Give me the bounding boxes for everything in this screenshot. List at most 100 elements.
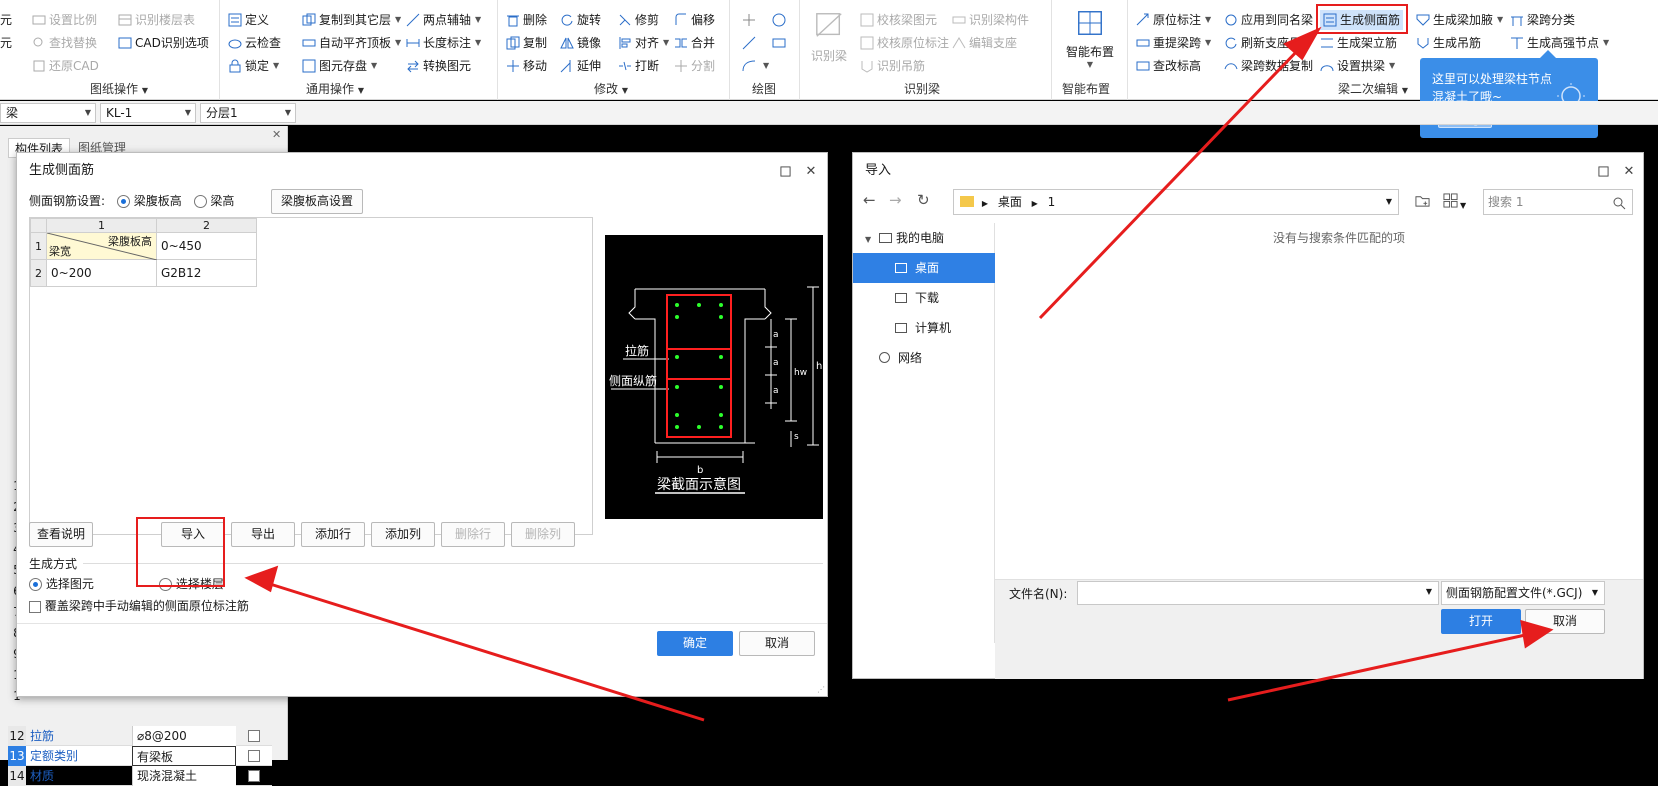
export-button[interactable]: 导出 [231, 522, 295, 547]
property-value[interactable]: 现浇混凝土 [132, 766, 236, 786]
layer-select[interactable]: 分层1 ▼ [200, 103, 296, 123]
refresh-support-size-button[interactable]: 刷新支座尺寸 [1224, 33, 1313, 53]
resize-grip-icon[interactable]: ⋰ [817, 685, 825, 694]
filename-input[interactable]: ▼ [1077, 581, 1439, 605]
open-button[interactable]: 打开 [1441, 609, 1521, 634]
save-element-button[interactable]: 图元存盘 ▼ [302, 56, 377, 76]
copy-span-data-button[interactable]: 梁跨数据复制 [1224, 56, 1313, 76]
cancel-button[interactable]: 取消 [739, 631, 815, 656]
merge-button[interactable]: 合并 [674, 33, 715, 53]
two-point-axis-button[interactable]: 两点辅轴 ▼ [406, 10, 481, 30]
apply-same-name-beam-button[interactable]: 应用到同名梁 [1224, 10, 1313, 30]
break-button[interactable]: 打断 [618, 56, 659, 76]
property-value[interactable]: ⌀8@200 [132, 726, 236, 746]
radio-dot[interactable] [193, 195, 207, 208]
property-checkbox[interactable] [248, 770, 260, 782]
identify-hanger-bar-button[interactable]: 识别吊筋 [860, 56, 925, 76]
mirror-button[interactable]: 镜像 [560, 33, 601, 53]
length-dimension-button[interactable]: 长度标注 ▼ [406, 33, 481, 53]
circle-tool-button[interactable] [772, 10, 789, 30]
radio-dot[interactable] [29, 578, 42, 591]
ribbon-item-yuan1[interactable]: 元 [0, 10, 12, 30]
arc-tool-button[interactable]: ▼ [742, 56, 769, 76]
generate-haunch-button[interactable]: 生成梁加腋 ▼ [1416, 10, 1503, 30]
auto-align-slab-button[interactable]: 自动平齐顶板 ▼ [302, 33, 401, 53]
web-height-range-cell[interactable]: 0~450 [156, 232, 257, 260]
view-help-button[interactable]: 查看说明 [29, 522, 93, 547]
edit-support-button[interactable]: 编辑支座 [952, 33, 1017, 53]
path-root[interactable]: 桌面 [998, 195, 1022, 209]
set-scale-button[interactable]: 设置比例 [32, 10, 97, 30]
radio-dot[interactable] [116, 195, 130, 208]
overwrite-checkbox-row[interactable]: 覆盖梁跨中手动编辑的侧面原位标注筋 [29, 597, 249, 614]
lock-button[interactable]: 锁定 ▼ [228, 56, 279, 76]
member-type-select[interactable]: 梁 ▼ [0, 103, 96, 123]
maximize-icon[interactable] [1595, 163, 1611, 179]
property-row-quota-type[interactable]: 13 定额类别 有梁板 [8, 746, 272, 766]
line-tool-button[interactable] [742, 33, 759, 53]
chevron-down-icon[interactable]: ▼ [1386, 190, 1392, 214]
original-mark-button[interactable]: 原位标注 ▼ [1136, 10, 1211, 30]
generate-erection-bar-button[interactable]: 生成架立筋 [1320, 33, 1397, 53]
check-original-mark-button[interactable]: 校核原位标注 [860, 33, 949, 53]
filetype-select[interactable]: 侧面钢筋配置文件(*.GCJ) ▼ [1441, 581, 1605, 605]
cloud-check-button[interactable]: 云检查 [228, 33, 281, 53]
group-label-drawing[interactable]: 图纸操作 ▼ [90, 80, 148, 97]
group-label-modify[interactable]: 修改 ▼ [594, 80, 628, 97]
nav-my-computer[interactable]: ▼ 我的电脑 [853, 223, 995, 253]
property-row-tie-bar[interactable]: 12 拉筋 ⌀8@200 [8, 726, 272, 746]
extend-button[interactable]: 延伸 [560, 56, 601, 76]
trim-button[interactable]: 修剪 [618, 10, 659, 30]
property-checkbox[interactable] [248, 750, 260, 762]
copy-to-other-floor-button[interactable]: 复制到其它层 ▼ [302, 10, 401, 30]
radio-beam-height[interactable]: 梁高 [193, 194, 234, 208]
nav-downloads[interactable]: 下载 [853, 283, 995, 313]
maximize-icon[interactable] [777, 163, 793, 179]
split-button[interactable]: 分割 [674, 56, 715, 76]
identify-beam-member-button[interactable]: 识别梁构件 [952, 10, 1029, 30]
define-button[interactable]: 定义 [228, 10, 269, 30]
view-mode-icon[interactable]: ▼ [1443, 193, 1466, 211]
nav-desktop[interactable]: 桌面 [853, 253, 995, 283]
web-height-setting-button[interactable]: 梁腹板高设置 [271, 189, 363, 214]
chevron-down-icon[interactable]: ▼ [1426, 587, 1432, 596]
cad-options-button[interactable]: CAD识别选项 [118, 33, 209, 53]
beam-span-category-button[interactable]: 梁跨分类 [1510, 10, 1575, 30]
nav-network[interactable]: 网络 [853, 343, 995, 373]
rect-tool-button[interactable] [772, 33, 789, 53]
mode-select-element[interactable]: 选择图元 [29, 575, 94, 592]
restore-cad-button[interactable]: 还原CAD [32, 56, 99, 76]
side-bar-value-cell[interactable]: G2B12 [156, 259, 257, 287]
smart-layout-button[interactable]: 智能布置 ▼ [1056, 8, 1124, 69]
copy-button[interactable]: 复制 [506, 33, 547, 53]
close-icon[interactable]: ✕ [1621, 163, 1637, 179]
path-sub[interactable]: 1 [1048, 195, 1056, 209]
check-beam-element-button[interactable]: 校核梁图元 [860, 10, 937, 30]
align-button[interactable]: 对齐 ▼ [618, 33, 669, 53]
point-tool-button[interactable] [742, 10, 759, 30]
import-cancel-button[interactable]: 取消 [1525, 609, 1605, 634]
offset-button[interactable]: 偏移 [674, 10, 715, 30]
back-icon[interactable]: ← [863, 191, 876, 209]
refresh-icon[interactable]: ↻ [917, 191, 930, 209]
re-extract-span-button[interactable]: 重提梁跨 ▼ [1136, 33, 1211, 53]
convert-element-button[interactable]: 转换图元 [406, 56, 471, 76]
property-row-material[interactable]: 14 材质 现浇混凝土 [8, 766, 272, 786]
panel-close-icon[interactable]: ✕ [272, 128, 281, 141]
chevron-down-icon[interactable]: ▼ [1592, 582, 1598, 604]
delete-column-button[interactable]: 删除列 [511, 522, 575, 547]
search-input[interactable]: 搜索 1 [1483, 189, 1633, 215]
close-icon[interactable]: ✕ [803, 163, 819, 179]
delete-row-button[interactable]: 删除行 [441, 522, 505, 547]
identify-beam-button[interactable]: 识别梁 [808, 10, 850, 64]
move-button[interactable]: 移动 [506, 56, 547, 76]
property-checkbox[interactable] [248, 730, 260, 742]
check-elevation-button[interactable]: 查改标高 [1136, 56, 1201, 76]
radio-web-height[interactable]: 梁腹板高 [116, 194, 182, 208]
rotate-button[interactable]: 旋转 [560, 10, 601, 30]
overwrite-checkbox[interactable] [29, 600, 41, 613]
nav-computer[interactable]: 计算机 [853, 313, 995, 343]
find-replace-button[interactable]: 查找替换 [32, 33, 97, 53]
add-row-button[interactable]: 添加行 [301, 522, 365, 547]
set-arch-beam-button[interactable]: 设置拱梁 ▼ [1320, 56, 1395, 76]
